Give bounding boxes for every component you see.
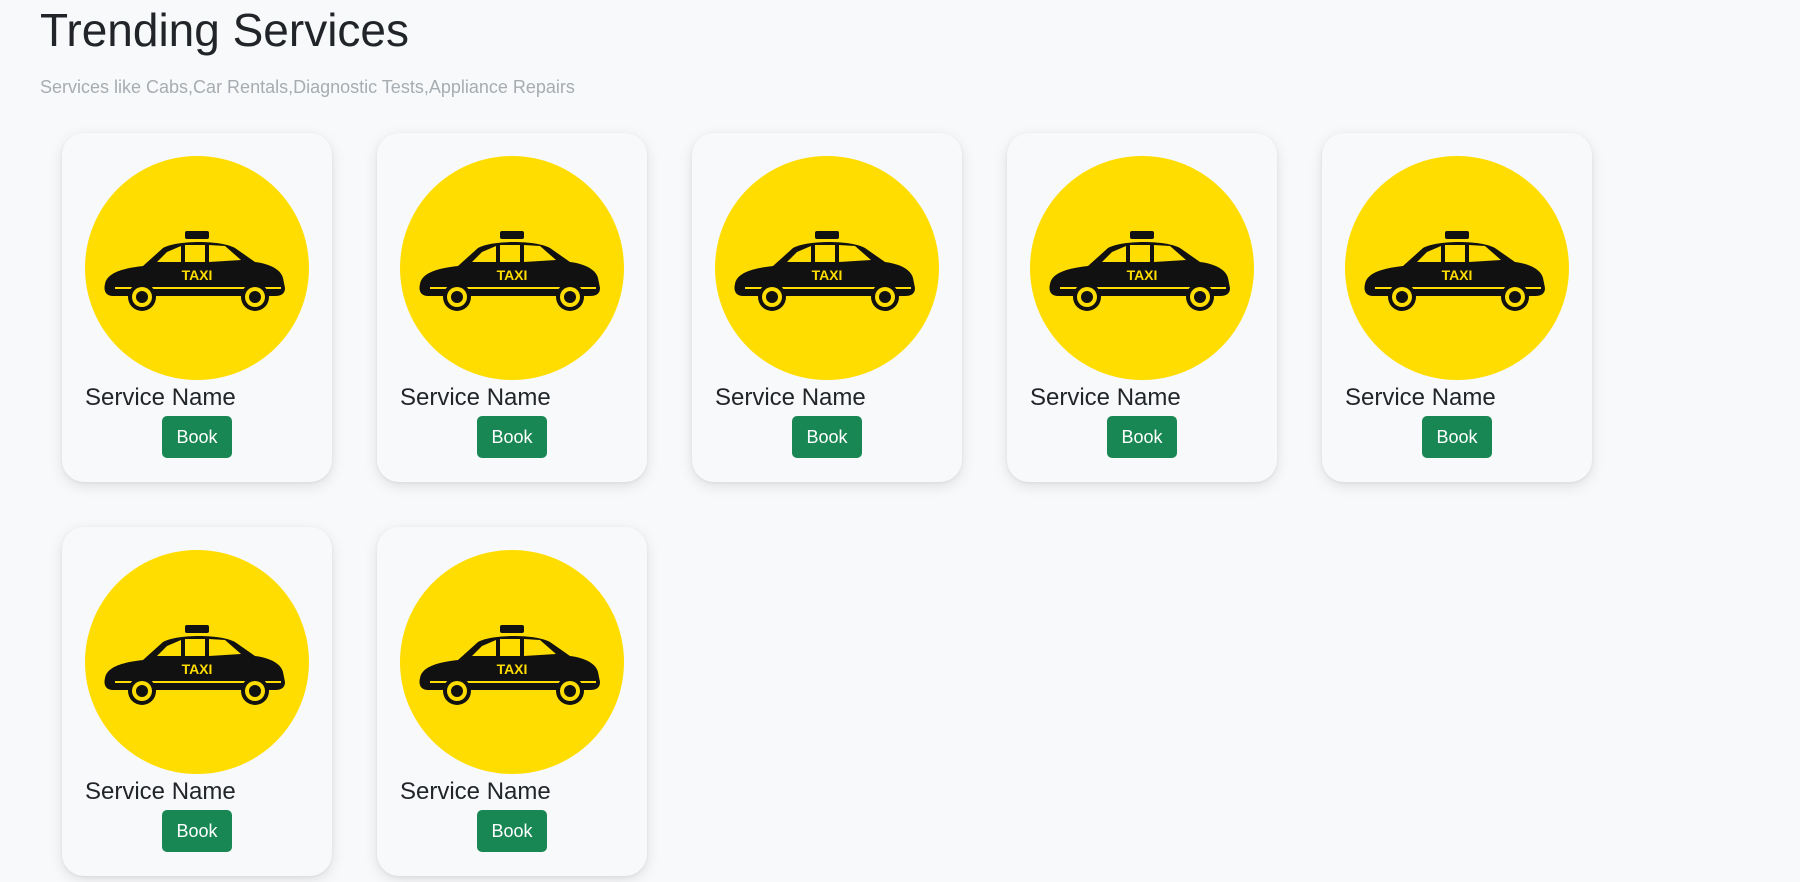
- taxi-illustration: TAXI: [104, 231, 285, 311]
- book-button[interactable]: Book: [792, 416, 862, 458]
- book-button[interactable]: Book: [1107, 416, 1177, 458]
- service-card: TAXI Service Name Book: [62, 527, 332, 876]
- svg-text:TAXI: TAXI: [497, 267, 528, 283]
- book-button[interactable]: Book: [162, 810, 232, 852]
- service-card: TAXI Service Name Book: [377, 133, 647, 482]
- taxi-icon: TAXI: [85, 550, 309, 774]
- svg-text:TAXI: TAXI: [497, 661, 528, 677]
- service-name: Service Name: [400, 384, 551, 411]
- page-title: Trending Services: [40, 4, 410, 56]
- service-name: Service Name: [400, 778, 551, 805]
- service-name: Service Name: [85, 778, 236, 805]
- taxi-illustration: TAXI: [104, 625, 285, 705]
- taxi-illustration: TAXI: [734, 231, 915, 311]
- service-name: Service Name: [1030, 384, 1181, 411]
- book-button[interactable]: Book: [1422, 416, 1492, 458]
- taxi-icon: TAXI: [400, 156, 624, 380]
- service-card: TAXI Service Name Book: [692, 133, 962, 482]
- svg-text:TAXI: TAXI: [182, 267, 213, 283]
- service-card: TAXI Service Name Book: [1322, 133, 1592, 482]
- service-grid: TAXI Service Name Book TAXI Service Name…: [62, 133, 1602, 876]
- service-name: Service Name: [85, 384, 236, 411]
- book-button[interactable]: Book: [162, 416, 232, 458]
- svg-text:TAXI: TAXI: [1442, 267, 1473, 283]
- taxi-illustration: TAXI: [1364, 231, 1545, 311]
- taxi-icon: TAXI: [1030, 156, 1254, 380]
- taxi-icon: TAXI: [715, 156, 939, 380]
- service-name: Service Name: [715, 384, 866, 411]
- svg-text:TAXI: TAXI: [182, 661, 213, 677]
- service-name: Service Name: [1345, 384, 1496, 411]
- taxi-illustration: TAXI: [419, 231, 600, 311]
- book-button[interactable]: Book: [477, 416, 547, 458]
- taxi-icon: TAXI: [1345, 156, 1569, 380]
- taxi-icon: TAXI: [85, 156, 309, 380]
- taxi-icon: TAXI: [400, 550, 624, 774]
- service-card: TAXI Service Name Book: [377, 527, 647, 876]
- page-subtitle: Services like Cabs,Car Rentals,Diagnosti…: [40, 77, 575, 97]
- svg-text:TAXI: TAXI: [812, 267, 843, 283]
- page-header: Trending Services Services like Cabs,Car…: [40, 0, 575, 97]
- service-card: TAXI Service Name Book: [62, 133, 332, 482]
- svg-text:TAXI: TAXI: [1127, 267, 1158, 283]
- taxi-illustration: TAXI: [1049, 231, 1230, 311]
- book-button[interactable]: Book: [477, 810, 547, 852]
- service-card: TAXI Service Name Book: [1007, 133, 1277, 482]
- taxi-illustration: TAXI: [419, 625, 600, 705]
